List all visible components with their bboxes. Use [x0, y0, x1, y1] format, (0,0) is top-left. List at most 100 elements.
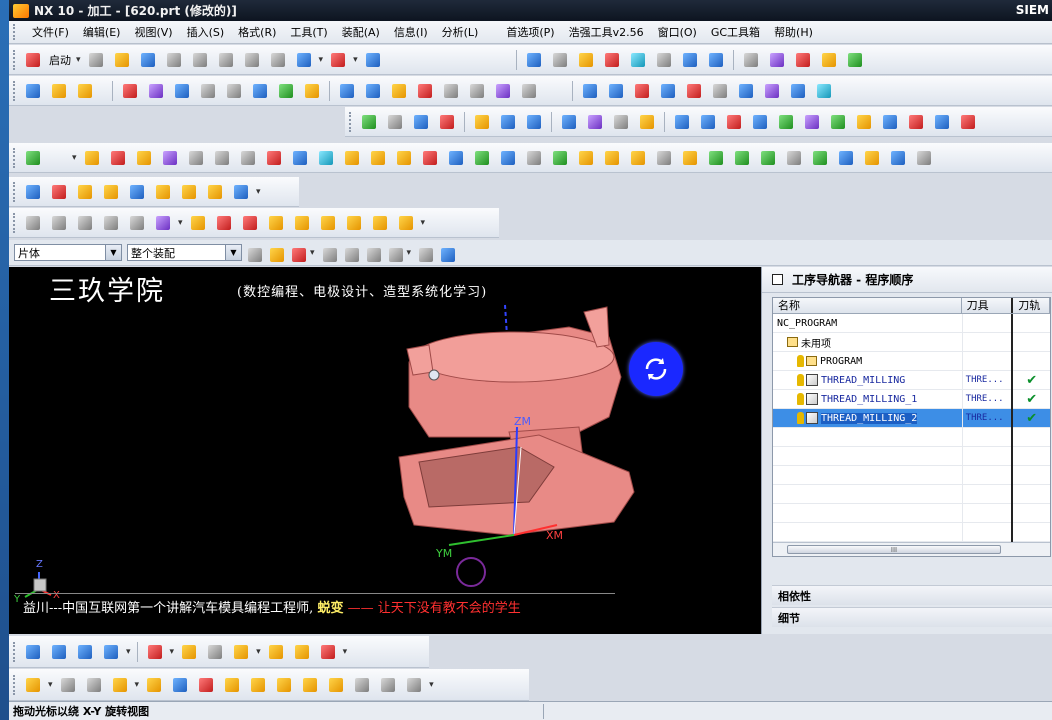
rectangle-select-icon[interactable] — [385, 244, 403, 262]
render-style-icon[interactable] — [549, 49, 571, 71]
undo-icon[interactable] — [293, 49, 315, 71]
wcs-icon[interactable] — [679, 49, 701, 71]
pin-icon[interactable] — [731, 147, 753, 169]
navigator-row[interactable]: 未用项 — [773, 332, 1050, 352]
stock-gear-icon[interactable] — [126, 212, 148, 234]
snapshot-icon[interactable] — [657, 80, 679, 102]
toolbar-grip[interactable] — [13, 147, 16, 168]
add-component-icon[interactable] — [109, 674, 131, 696]
snap-endpoint-icon[interactable] — [266, 244, 284, 262]
transform-icon[interactable] — [558, 111, 580, 133]
selection-intent-icon[interactable] — [844, 49, 866, 71]
tool-library-icon[interactable] — [436, 111, 458, 133]
geometry-view-icon[interactable] — [223, 80, 245, 102]
create-geometry-icon[interactable] — [74, 80, 96, 102]
feature-icon[interactable] — [735, 80, 757, 102]
step-6-icon[interactable] — [395, 212, 417, 234]
flip-icon[interactable] — [169, 674, 191, 696]
sheet-icon[interactable] — [185, 147, 207, 169]
move-component-icon[interactable] — [221, 674, 243, 696]
type-filter-select[interactable]: 片体 ▼ — [14, 244, 122, 261]
display-resolution-icon[interactable] — [631, 80, 653, 102]
snap-arc-icon[interactable] — [319, 244, 337, 262]
table-icon[interactable] — [523, 147, 545, 169]
navigator-pin-icon[interactable] — [772, 274, 783, 285]
measure-icon[interactable] — [740, 49, 762, 71]
ladder-icon[interactable] — [265, 641, 287, 663]
dependency-section[interactable]: 相依性 — [772, 585, 1052, 605]
measure-distance-icon[interactable] — [813, 80, 835, 102]
undo-dropdown-icon[interactable]: ▾ — [319, 55, 324, 65]
component-dropdown-icon[interactable]: ▾ — [48, 680, 53, 690]
explode-icon[interactable] — [195, 674, 217, 696]
tiger-icon[interactable] — [827, 111, 849, 133]
inch-mm-icon[interactable] — [48, 181, 70, 203]
gouge-check-icon[interactable] — [957, 111, 979, 133]
route-icon[interactable] — [230, 641, 252, 663]
touch-mode-icon[interactable] — [362, 49, 384, 71]
circle-icon[interactable] — [263, 147, 285, 169]
create-program-icon[interactable] — [22, 80, 44, 102]
finder-dropdown-icon[interactable]: ▾ — [353, 55, 358, 65]
shell-icon[interactable] — [445, 147, 467, 169]
feed-rate-icon[interactable] — [584, 111, 606, 133]
flag-icon[interactable] — [315, 147, 337, 169]
feature-dropdown-icon[interactable]: ▾ — [72, 153, 77, 163]
tool-change-icon[interactable] — [723, 111, 745, 133]
tool-axis-icon[interactable] — [905, 111, 927, 133]
save-icon[interactable] — [137, 49, 159, 71]
target-icon[interactable] — [363, 244, 381, 262]
horizontal-scrollbar[interactable]: III — [773, 542, 1050, 556]
parameter-icon[interactable] — [671, 111, 693, 133]
chamfer-icon[interactable] — [679, 147, 701, 169]
bottom-dropdown-icon[interactable]: ▾ — [126, 647, 131, 657]
part-model[interactable] — [9, 267, 761, 634]
orient-view-icon[interactable] — [705, 49, 727, 71]
link-icon[interactable] — [471, 147, 493, 169]
menu-view[interactable]: 视图(V) — [127, 24, 179, 40]
snap-midpoint-icon[interactable] — [288, 244, 306, 262]
analysis-icon[interactable] — [766, 49, 788, 71]
start-button-label[interactable]: 启动 — [49, 52, 71, 68]
eye-icon[interactable] — [415, 244, 434, 262]
cut-icon[interactable] — [189, 49, 211, 71]
background-icon[interactable] — [627, 49, 649, 71]
step-1-icon[interactable] — [265, 212, 287, 234]
toolbar-grip[interactable] — [349, 111, 352, 132]
package-icon[interactable] — [299, 674, 321, 696]
column-toolpath[interactable]: 刀轨 — [1013, 298, 1050, 313]
details-section[interactable]: 细节 — [772, 607, 1052, 627]
select-dropdown-icon[interactable]: ▾ — [407, 248, 412, 258]
check-mark-icon[interactable] — [22, 147, 44, 169]
menu-window[interactable]: 窗口(O) — [651, 24, 704, 40]
copy-operation-icon[interactable] — [497, 111, 519, 133]
machine-tool-view-icon[interactable] — [197, 80, 219, 102]
units-dropdown-icon[interactable]: ▾ — [256, 187, 261, 197]
shop-docs-icon[interactable] — [440, 80, 462, 102]
clock-icon[interactable] — [610, 111, 632, 133]
object-edit-icon[interactable] — [605, 80, 627, 102]
optimize-icon[interactable] — [636, 111, 658, 133]
output-cls-icon[interactable] — [466, 80, 488, 102]
ruler-icon[interactable] — [393, 147, 415, 169]
join-icon[interactable] — [575, 147, 597, 169]
navigator-row[interactable]: THREAD_MILLING THRE... ✔ — [773, 370, 1050, 390]
list-rows-icon[interactable] — [377, 674, 399, 696]
stack-icon[interactable] — [861, 147, 883, 169]
create-tool-icon[interactable] — [48, 80, 70, 102]
delete-icon[interactable] — [267, 49, 289, 71]
toolbar-grip[interactable] — [13, 641, 16, 662]
generate-toolpath-icon[interactable] — [275, 80, 297, 102]
toolbar-grip[interactable] — [13, 674, 16, 695]
lines-icon[interactable] — [783, 147, 805, 169]
cube-icon[interactable] — [289, 147, 311, 169]
layers-icon[interactable] — [549, 147, 571, 169]
navigator-row[interactable]: THREAD_MILLING_2 THRE... ✔ — [773, 408, 1050, 428]
add-dropdown-icon[interactable]: ▾ — [135, 680, 140, 690]
route-dropdown-icon[interactable]: ▾ — [256, 647, 261, 657]
clamp-icon[interactable] — [471, 111, 493, 133]
menu-edit[interactable]: 编辑(E) — [76, 24, 128, 40]
menu-help[interactable]: 帮助(H) — [767, 24, 820, 40]
list-toolpath-icon[interactable] — [336, 80, 358, 102]
palette-dropdown-icon[interactable]: ▾ — [170, 647, 175, 657]
